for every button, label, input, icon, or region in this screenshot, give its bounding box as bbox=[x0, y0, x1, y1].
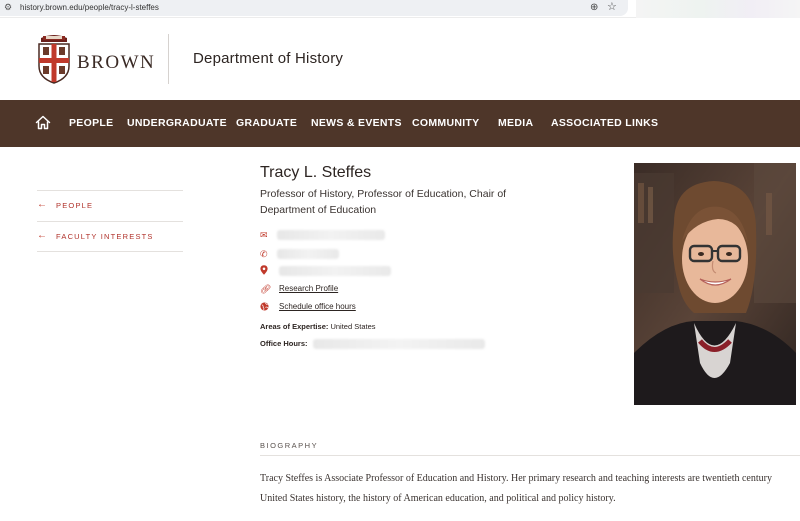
browser-extensions-area bbox=[636, 0, 800, 18]
contact-office-row: Schedule office hours bbox=[260, 300, 380, 314]
redacted-phone[interactable] bbox=[277, 249, 339, 259]
office-hours: Office Hours: bbox=[260, 339, 485, 350]
nav-community[interactable]: COMMUNITY bbox=[412, 117, 479, 129]
logo-wordmark: BROWN bbox=[77, 52, 156, 73]
research-profile-link[interactable]: Research Profile bbox=[279, 283, 338, 295]
star-icon[interactable]: ☆ bbox=[607, 0, 617, 14]
biography-heading: BIOGRAPHY bbox=[260, 441, 319, 450]
nav-media[interactable]: MEDIA bbox=[498, 117, 533, 129]
profile-title: Professor of History, Professor of Educa… bbox=[260, 188, 507, 216]
areas-of-expertise: Areas of Expertise: United States bbox=[260, 322, 376, 331]
sidebar-item-faculty-interests[interactable]: ← FACULTY INTERESTS bbox=[37, 221, 183, 252]
sidebar: ← PEOPLE ← FACULTY INTERESTS bbox=[37, 190, 183, 252]
home-icon[interactable] bbox=[35, 115, 51, 130]
redacted-email[interactable] bbox=[277, 230, 385, 240]
redacted-office-hours bbox=[312, 339, 485, 350]
link-icon: 🔗︎ bbox=[260, 284, 272, 294]
arrow-left-icon: ← bbox=[37, 230, 47, 241]
envelope-icon: ✉ bbox=[260, 230, 268, 240]
browser-toolbar: ⚙ history.brown.edu/people/tracy-l-steff… bbox=[0, 0, 800, 18]
schedule-office-hours-link[interactable]: Schedule office hours bbox=[279, 301, 356, 313]
contact-location-row bbox=[260, 264, 400, 278]
nav-graduate[interactable]: GRADUATE bbox=[236, 117, 297, 129]
biography-divider bbox=[260, 455, 800, 456]
profile-name: Tracy L. Steffes bbox=[260, 164, 372, 181]
url-text[interactable]: history.brown.edu/people/tracy-l-steffes bbox=[20, 2, 159, 13]
areas-value[interactable]: United States bbox=[330, 322, 375, 331]
zoom-icon[interactable]: ⊕ bbox=[590, 1, 598, 14]
brown-logo[interactable]: BROWN bbox=[37, 32, 154, 88]
department-title[interactable]: Department of History bbox=[193, 50, 343, 67]
redacted-location[interactable] bbox=[279, 266, 391, 276]
profile-photo bbox=[634, 163, 796, 405]
map-pin-icon bbox=[260, 265, 268, 275]
sidebar-item-label: PEOPLE bbox=[56, 201, 94, 210]
tune-icon[interactable]: ⚙ bbox=[4, 2, 14, 13]
areas-label: Areas of Expertise: bbox=[260, 322, 329, 331]
sidebar-item-label: FACULTY INTERESTS bbox=[56, 232, 154, 241]
globe-icon bbox=[260, 302, 269, 311]
header-divider bbox=[168, 34, 169, 84]
nav-news-events[interactable]: NEWS & EVENTS bbox=[311, 117, 402, 129]
contact-email-row: ✉ bbox=[260, 228, 400, 242]
arrow-left-icon: ← bbox=[37, 199, 47, 210]
main-nav: PEOPLE UNDERGRADUATE GRADUATE NEWS & EVE… bbox=[0, 100, 800, 147]
phone-icon: ✆ bbox=[260, 249, 268, 259]
office-hours-label: Office Hours: bbox=[260, 339, 308, 348]
site-header: BROWN Department of History bbox=[0, 18, 800, 100]
contact-research-row: 🔗︎ Research Profile bbox=[260, 282, 380, 296]
nav-undergraduate[interactable]: UNDERGRADUATE bbox=[127, 117, 227, 129]
address-bar[interactable]: ⚙ history.brown.edu/people/tracy-l-steff… bbox=[0, 0, 628, 16]
nav-people[interactable]: PEOPLE bbox=[69, 117, 113, 129]
shield-icon bbox=[38, 35, 70, 84]
nav-associated-links[interactable]: ASSOCIATED LINKS bbox=[551, 117, 658, 129]
biography-text: Tracy Steffes is Associate Professor of … bbox=[260, 473, 772, 504]
contact-phone-row: ✆ bbox=[260, 247, 400, 261]
sidebar-item-people[interactable]: ← PEOPLE bbox=[37, 190, 183, 221]
